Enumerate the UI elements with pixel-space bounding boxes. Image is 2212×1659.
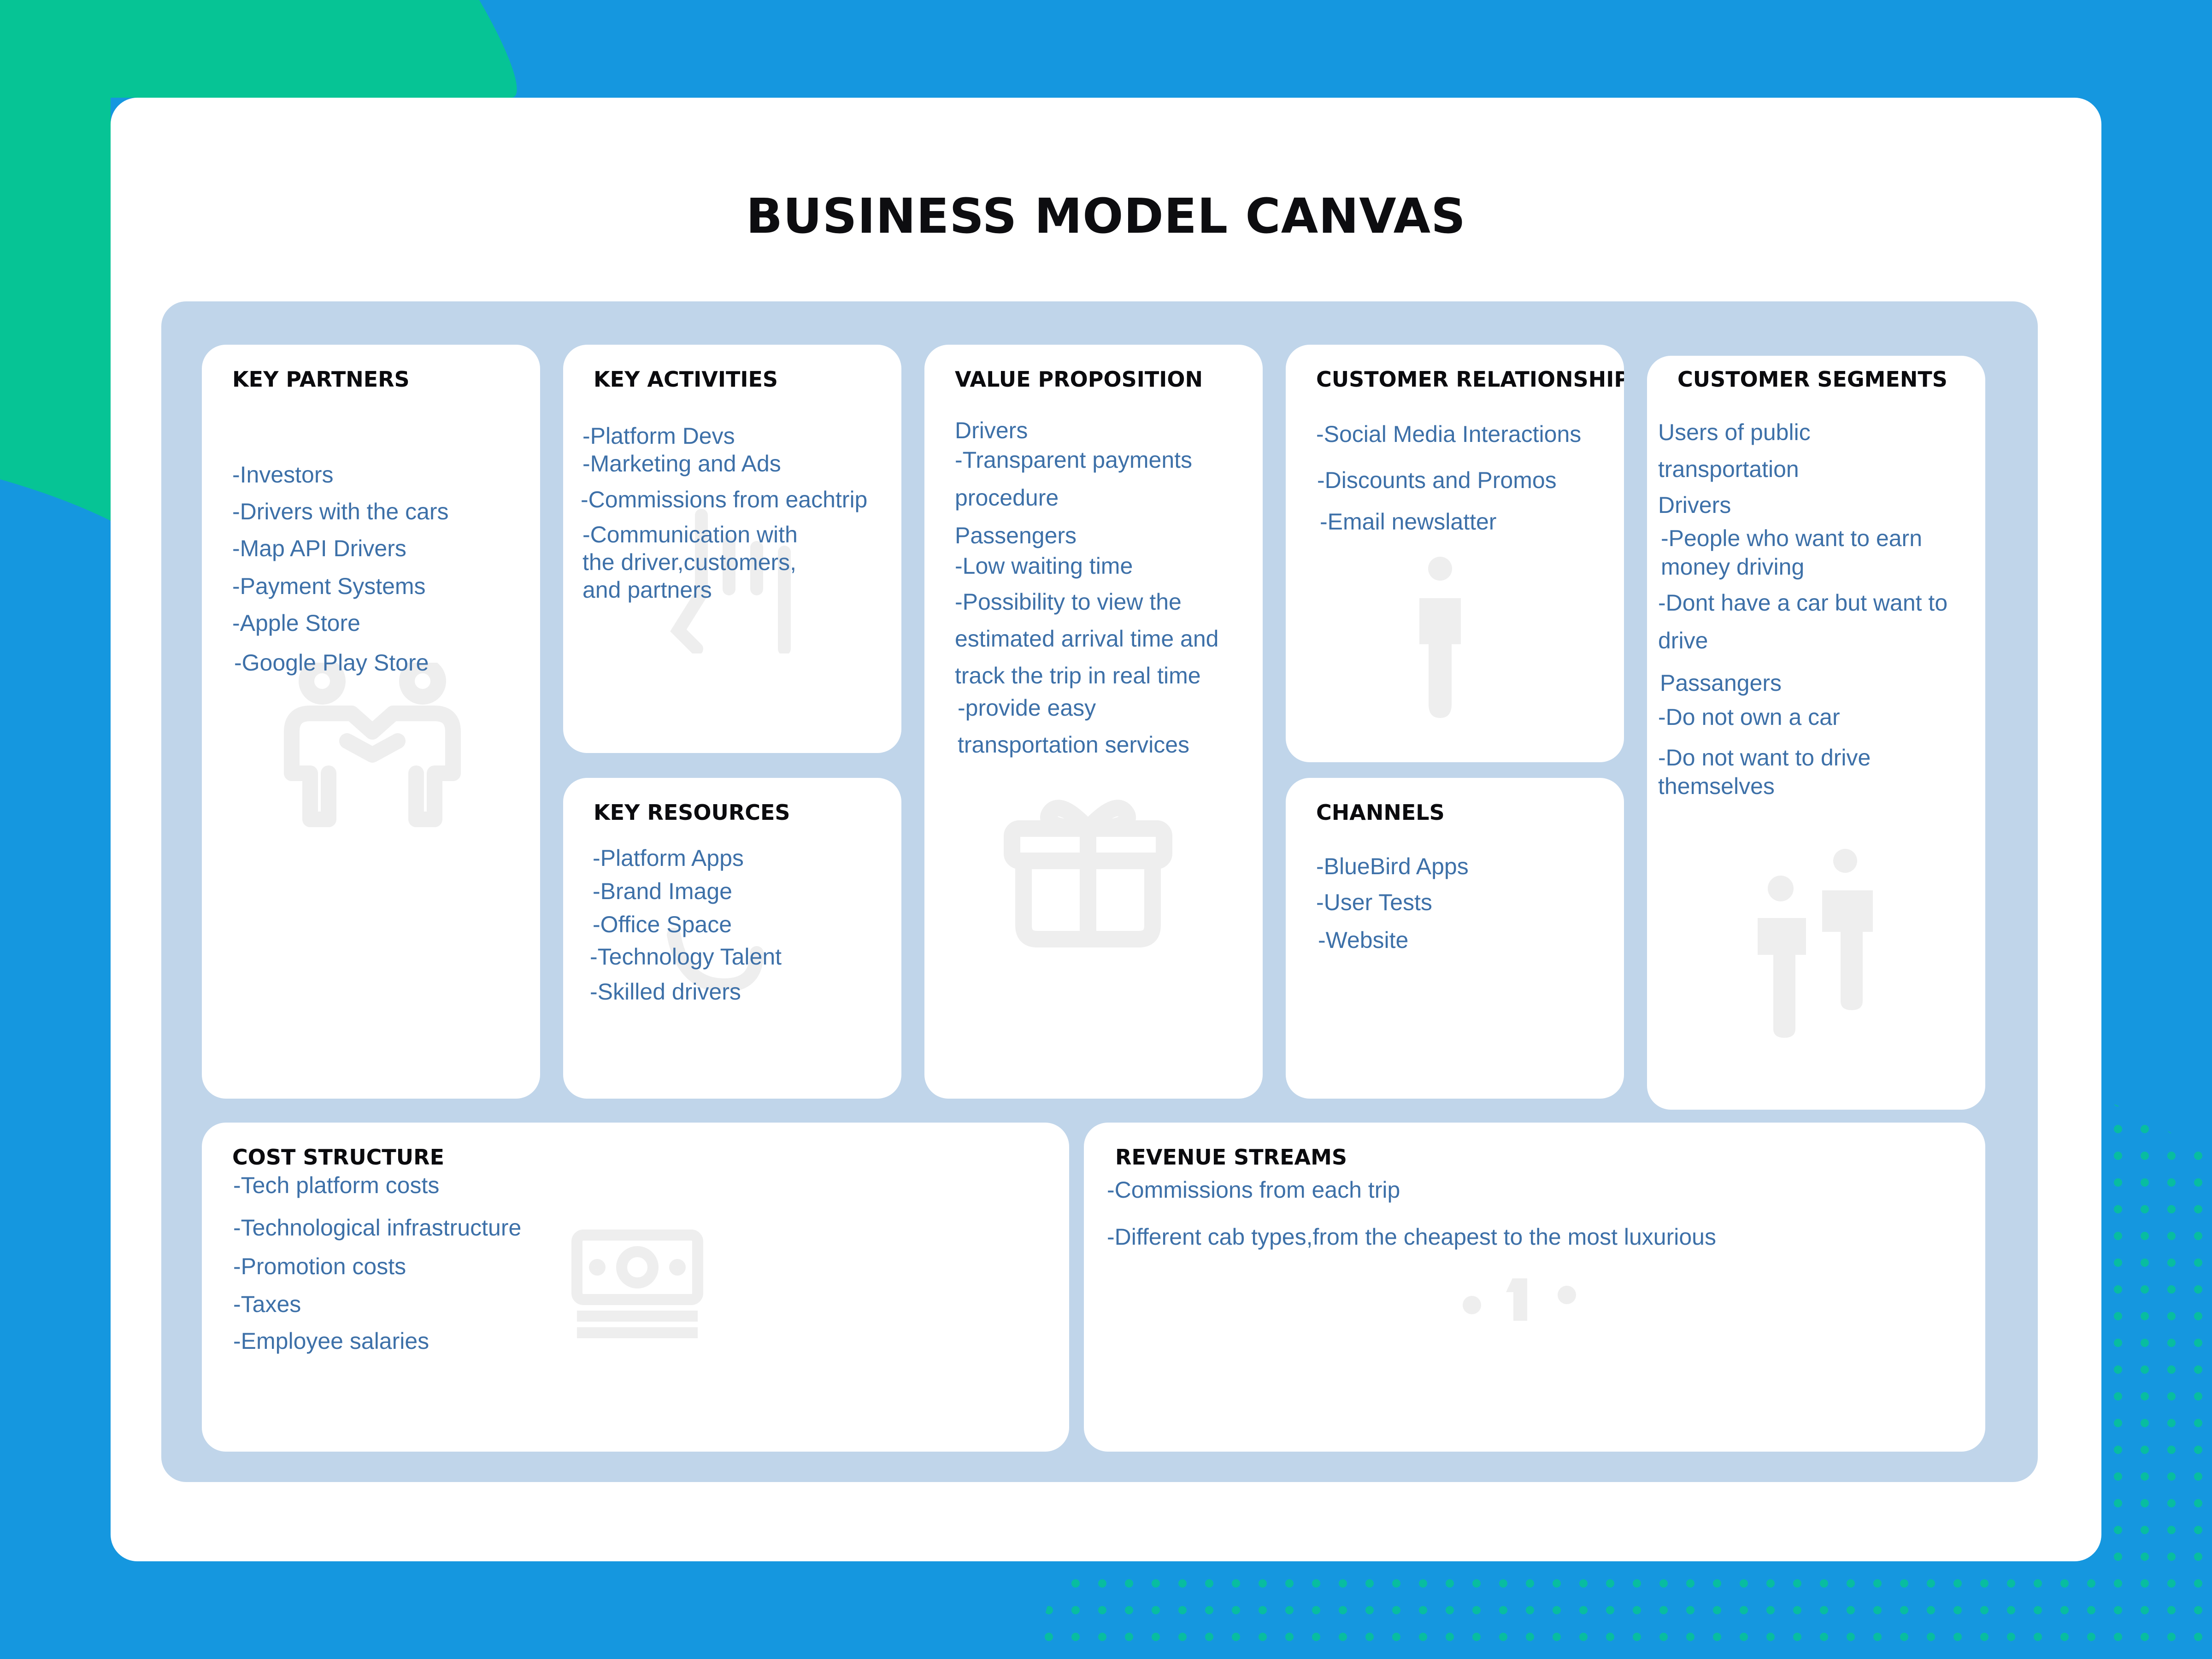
customer-segments-item: -Dont have a car but want to — [1658, 590, 1948, 616]
value-proposition-item: track the trip in real time — [955, 663, 1201, 688]
value-proposition-item: estimated arrival time and — [955, 626, 1219, 652]
customer-relationships-item: -Discounts and Promos — [1317, 467, 1557, 493]
customer-segments-item: -Do not own a car — [1658, 704, 1840, 730]
key-partners-box: KEY PARTNERS -Investors -Drivers with th… — [202, 345, 540, 1099]
value-proposition-item: -Transparent payments — [955, 447, 1193, 473]
customer-segments-item: Drivers — [1658, 492, 1731, 518]
key-resources-item: -Office Space — [593, 912, 732, 937]
partners-icon — [284, 663, 461, 827]
customer-segments-title: CUSTOMER SEGMENTS — [1677, 367, 1947, 392]
cost-structure-item: -Tech platform costs — [233, 1172, 440, 1198]
key-resources-box: KEY RESOURCES -Platform Apps -Brand Imag… — [563, 778, 901, 1099]
key-activities-item: the driver,customers, — [582, 549, 797, 575]
key-partners-item: -Google Play Store — [234, 650, 429, 676]
customer-relationships-box: CUSTOMER RELATIONSHIPS -Social Media Int… — [1286, 345, 1624, 762]
customer-segments-item: money driving — [1661, 554, 1805, 580]
channels-item: -User Tests — [1316, 889, 1432, 915]
channels-item: -Website — [1318, 927, 1409, 953]
customer-segments-item: Users of public — [1658, 419, 1811, 445]
value-proposition-item: -Low waiting time — [955, 553, 1133, 579]
key-activities-item: and partners — [582, 577, 712, 603]
key-activities-box: KEY ACTIVITIES -Platform Devs -Marketing… — [563, 345, 901, 753]
cost-structure-item: -Taxes — [233, 1291, 301, 1317]
cash-icon — [571, 1230, 703, 1338]
value-proposition-item: Passengers — [955, 523, 1077, 548]
cost-structure-title: COST STRUCTURE — [232, 1145, 444, 1170]
customer-relationships-item: -Social Media Interactions — [1316, 421, 1582, 447]
key-activities-title: KEY ACTIVITIES — [594, 367, 778, 392]
customer-segments-item: -Do not want to drive — [1658, 745, 1871, 771]
people-icon — [1758, 849, 1873, 1038]
customer-relationships-title: CUSTOMER RELATIONSHIPS — [1316, 367, 1624, 392]
person-icon — [1419, 557, 1461, 718]
key-resources-item: -Brand Image — [593, 878, 732, 904]
cost-structure-item: -Employee salaries — [233, 1328, 429, 1354]
key-partners-title: KEY PARTNERS — [232, 367, 410, 392]
revenue-streams-title: REVENUE STREAMS — [1115, 1145, 1347, 1170]
key-activities-item: -Marketing and Ads — [582, 451, 781, 477]
value-proposition-item: procedure — [955, 485, 1059, 511]
key-resources-item: -Platform Apps — [593, 845, 744, 871]
revenue-streams-item: -Commissions from each trip — [1107, 1177, 1400, 1203]
customer-segments-item: Passangers — [1660, 670, 1782, 696]
page-title: BUSINESS MODEL CANVAS — [746, 188, 1466, 244]
key-partners-item: -Apple Store — [232, 610, 360, 636]
cost-structure-box: COST STRUCTURE -Tech platform costs -Tec… — [202, 1123, 1069, 1452]
customer-segments-box: CUSTOMER SEGMENTS Users of public transp… — [1647, 356, 1985, 1110]
key-partners-item: -Map API Drivers — [232, 535, 406, 561]
value-proposition-item: transportation services — [958, 732, 1190, 758]
key-partners-item: -Drivers with the cars — [232, 499, 449, 524]
cost-structure-item: -Technological infrastructure — [233, 1215, 522, 1241]
cost-structure-item: -Promotion costs — [233, 1253, 406, 1279]
value-proposition-item: -provide easy — [958, 695, 1096, 721]
customer-segments-item: themselves — [1658, 773, 1775, 799]
key-resources-item: -Technology Talent — [590, 944, 782, 970]
key-activities-item: -Commissions from eachtrip — [581, 487, 868, 512]
customer-segments-item: transportation — [1658, 456, 1799, 482]
value-proposition-box: VALUE PROPOSITION Drivers -Transparent p… — [924, 345, 1263, 1099]
key-resources-item: -Skilled drivers — [590, 979, 741, 1005]
customer-segments-item: drive — [1658, 628, 1708, 653]
key-partners-item: -Investors — [232, 462, 334, 488]
key-partners-item: -Payment Systems — [232, 573, 426, 599]
value-proposition-title: VALUE PROPOSITION — [955, 367, 1203, 392]
key-resources-title: KEY RESOURCES — [594, 800, 790, 825]
revenue-streams-item: -Different cab types,from the cheapest t… — [1107, 1224, 1716, 1250]
value-proposition-item: Drivers — [955, 418, 1028, 443]
customer-segments-item: -People who want to earn — [1661, 525, 1923, 551]
customer-relationships-item: -Email newslatter — [1320, 509, 1497, 535]
channels-box: CHANNELS -BlueBird Apps -User Tests -Web… — [1286, 778, 1624, 1099]
key-activities-item: -Communication with — [582, 522, 798, 547]
gift-icon — [1004, 800, 1172, 947]
key-activities-item: -Platform Devs — [582, 423, 735, 449]
dollar-icon — [1463, 1278, 1576, 1321]
revenue-streams-box: REVENUE STREAMS -Commissions from each t… — [1084, 1123, 1985, 1452]
channels-item: -BlueBird Apps — [1316, 853, 1469, 879]
value-proposition-item: -Possibility to view the — [955, 589, 1182, 615]
channels-title: CHANNELS — [1316, 800, 1445, 825]
